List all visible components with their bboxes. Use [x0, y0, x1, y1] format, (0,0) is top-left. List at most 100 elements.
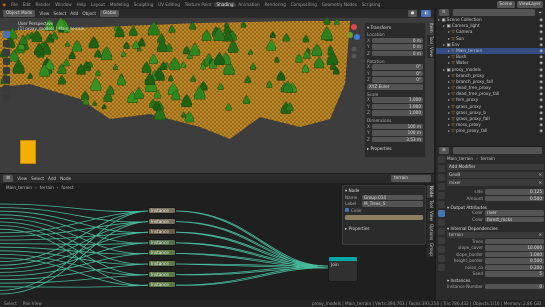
select-tool-icon[interactable]	[3, 31, 10, 38]
rotate-tool-icon[interactable]	[3, 58, 10, 65]
expand-arrow-icon[interactable]	[448, 62, 450, 65]
viewport-3d[interactable]: Object Mode View Select Add Object Globa…	[0, 9, 434, 173]
properties-section-header[interactable]: ▸ Properties	[367, 146, 423, 151]
instance-node[interactable]: Instance	[148, 217, 176, 225]
expand-arrow-icon[interactable]	[448, 99, 450, 102]
instance-node[interactable]: Instance	[148, 238, 176, 246]
texture-tab-icon[interactable]	[437, 264, 445, 271]
terrain-field-value[interactable]: 0.500	[485, 258, 544, 264]
tab-layout[interactable]: Layout	[88, 2, 107, 7]
terrain-field-value[interactable]: 1.000	[485, 251, 544, 257]
tab-texture-paint[interactable]: Texture Paint	[182, 2, 214, 7]
expand-arrow-icon[interactable]	[448, 56, 450, 59]
scale-y-field[interactable]: 1.000	[371, 103, 423, 109]
node-tab-node[interactable]: Node	[427, 185, 434, 198]
node-tab-tool[interactable]: Tool	[427, 198, 434, 210]
expand-arrow-icon[interactable]	[448, 105, 450, 108]
node-color-swatch[interactable]	[345, 214, 423, 220]
properties-search-input[interactable]	[452, 147, 542, 154]
menu-help[interactable]: Help	[74, 2, 88, 7]
object-tab-icon[interactable]	[437, 201, 445, 208]
expand-arrow-icon[interactable]	[448, 93, 450, 96]
blender-logo-icon[interactable]: ◉	[0, 2, 8, 7]
tab-compositing[interactable]: Compositing	[288, 2, 319, 7]
instance-number-field[interactable]: 0	[485, 283, 544, 289]
field-amount-value[interactable]: 0.500	[485, 195, 544, 201]
node-tab-view[interactable]: View	[427, 210, 434, 223]
cursor-tool-icon[interactable]	[3, 40, 10, 47]
view-layer-selector[interactable]: ViewLayer	[516, 1, 543, 8]
scale-z-field[interactable]: 1.000	[371, 110, 423, 116]
physics-tab-icon[interactable]	[437, 228, 445, 235]
terrain-field-value[interactable]: 10.000	[485, 245, 544, 251]
menu-window[interactable]: Window	[53, 2, 74, 7]
output-color-2-field[interactable]: forest_rocks	[485, 216, 544, 222]
instance-node[interactable]: Instance	[148, 281, 176, 289]
output-color-field[interactable]: river	[485, 210, 544, 216]
rotation-z-field[interactable]: 0°	[371, 77, 423, 83]
menu-edit[interactable]: Edit	[20, 2, 33, 7]
expand-arrow-icon[interactable]	[443, 25, 445, 28]
node-tab-group[interactable]: Group	[427, 242, 434, 257]
terrain-modifier-close-icon[interactable]: ✕	[538, 232, 542, 237]
add-modifier-button[interactable]: Add Modifier	[447, 164, 544, 170]
location-x-field[interactable]: 0 m	[371, 37, 423, 43]
expand-arrow-icon[interactable]	[448, 80, 450, 83]
side-tab-view[interactable]: View	[427, 45, 434, 58]
expand-arrow-icon[interactable]	[443, 43, 445, 46]
dimension-y-field[interactable]: 100 m	[371, 130, 423, 136]
scale-x-field[interactable]: 1.000	[371, 97, 423, 103]
material-tab-icon[interactable]	[437, 255, 445, 262]
instance-node[interactable]: Instance	[148, 270, 176, 278]
outliner-item[interactable]: ▽ pine_proxy_fall ◉	[436, 128, 545, 134]
scene-selector[interactable]: Scene	[497, 1, 515, 8]
join-geometry-node[interactable]: Join	[328, 256, 358, 282]
modifier-1-name[interactable]: GeoB	[449, 172, 460, 177]
output-tab-icon[interactable]	[437, 174, 445, 181]
tool-tab-icon[interactable]	[437, 156, 445, 163]
expand-arrow-icon[interactable]	[448, 49, 450, 52]
constraints-tab-icon[interactable]	[437, 237, 445, 244]
instance-node[interactable]: Instance	[148, 249, 176, 257]
expand-arrow-icon[interactable]	[448, 111, 450, 114]
scene-tab-icon[interactable]	[437, 183, 445, 190]
menu-render[interactable]: Render	[33, 2, 53, 7]
tab-sculpting[interactable]: Sculpting	[131, 2, 155, 7]
modifier-2-close-icon[interactable]: ✕	[538, 180, 542, 185]
dimension-x-field[interactable]: 100 m	[371, 123, 423, 129]
node-tab-options[interactable]: Options	[427, 223, 434, 242]
camera-object-icon[interactable]	[20, 140, 36, 164]
location-z-field[interactable]: 0 m	[371, 50, 423, 56]
menu-file[interactable]: File	[8, 2, 20, 7]
side-tab-item[interactable]: Item	[427, 22, 434, 34]
navigation-gizmo-icon[interactable]	[346, 21, 362, 61]
particles-tab-icon[interactable]	[437, 219, 445, 226]
node-editor[interactable]: ⌘ View Select Add Node terrain Main_terr…	[0, 174, 434, 300]
data-tab-icon[interactable]	[437, 246, 445, 253]
instance-node[interactable]: Instance	[148, 259, 176, 267]
filter-icon[interactable]: ⏷	[539, 10, 542, 15]
expand-arrow-icon[interactable]	[448, 37, 450, 40]
tab-uv-editing[interactable]: UV Editing	[156, 2, 183, 7]
outliner-search-input[interactable]	[452, 9, 535, 16]
tab-shading[interactable]: Shading	[214, 2, 236, 7]
dimension-z-field[interactable]: 3.53 m	[371, 136, 423, 142]
tab-scripting[interactable]: Scripting	[359, 2, 382, 7]
terrain-field-value[interactable]	[485, 238, 544, 244]
modifier-tab-icon[interactable]	[437, 210, 445, 217]
location-y-field[interactable]: 0 m	[371, 44, 423, 50]
tab-rendering[interactable]: Rendering	[262, 2, 288, 7]
expand-arrow-icon[interactable]	[448, 74, 450, 77]
terrain-modifier-name[interactable]: terrain	[449, 232, 463, 237]
instance-node[interactable]: Instance	[148, 228, 176, 236]
annotate-tool-icon[interactable]	[3, 85, 10, 92]
terrain-field-value[interactable]: 0.200	[485, 264, 544, 270]
move-tool-icon[interactable]	[3, 49, 10, 56]
node-properties-header[interactable]: ▸ Properties	[345, 226, 423, 231]
rotation-y-field[interactable]: 0°	[371, 70, 423, 76]
world-tab-icon[interactable]	[437, 192, 445, 199]
internal-dependencies-header[interactable]: ▾ Internal Dependencies	[447, 226, 544, 231]
expand-arrow-icon[interactable]	[448, 124, 450, 127]
rotation-x-field[interactable]: 0°	[371, 64, 423, 70]
render-tab-icon[interactable]	[437, 165, 445, 172]
